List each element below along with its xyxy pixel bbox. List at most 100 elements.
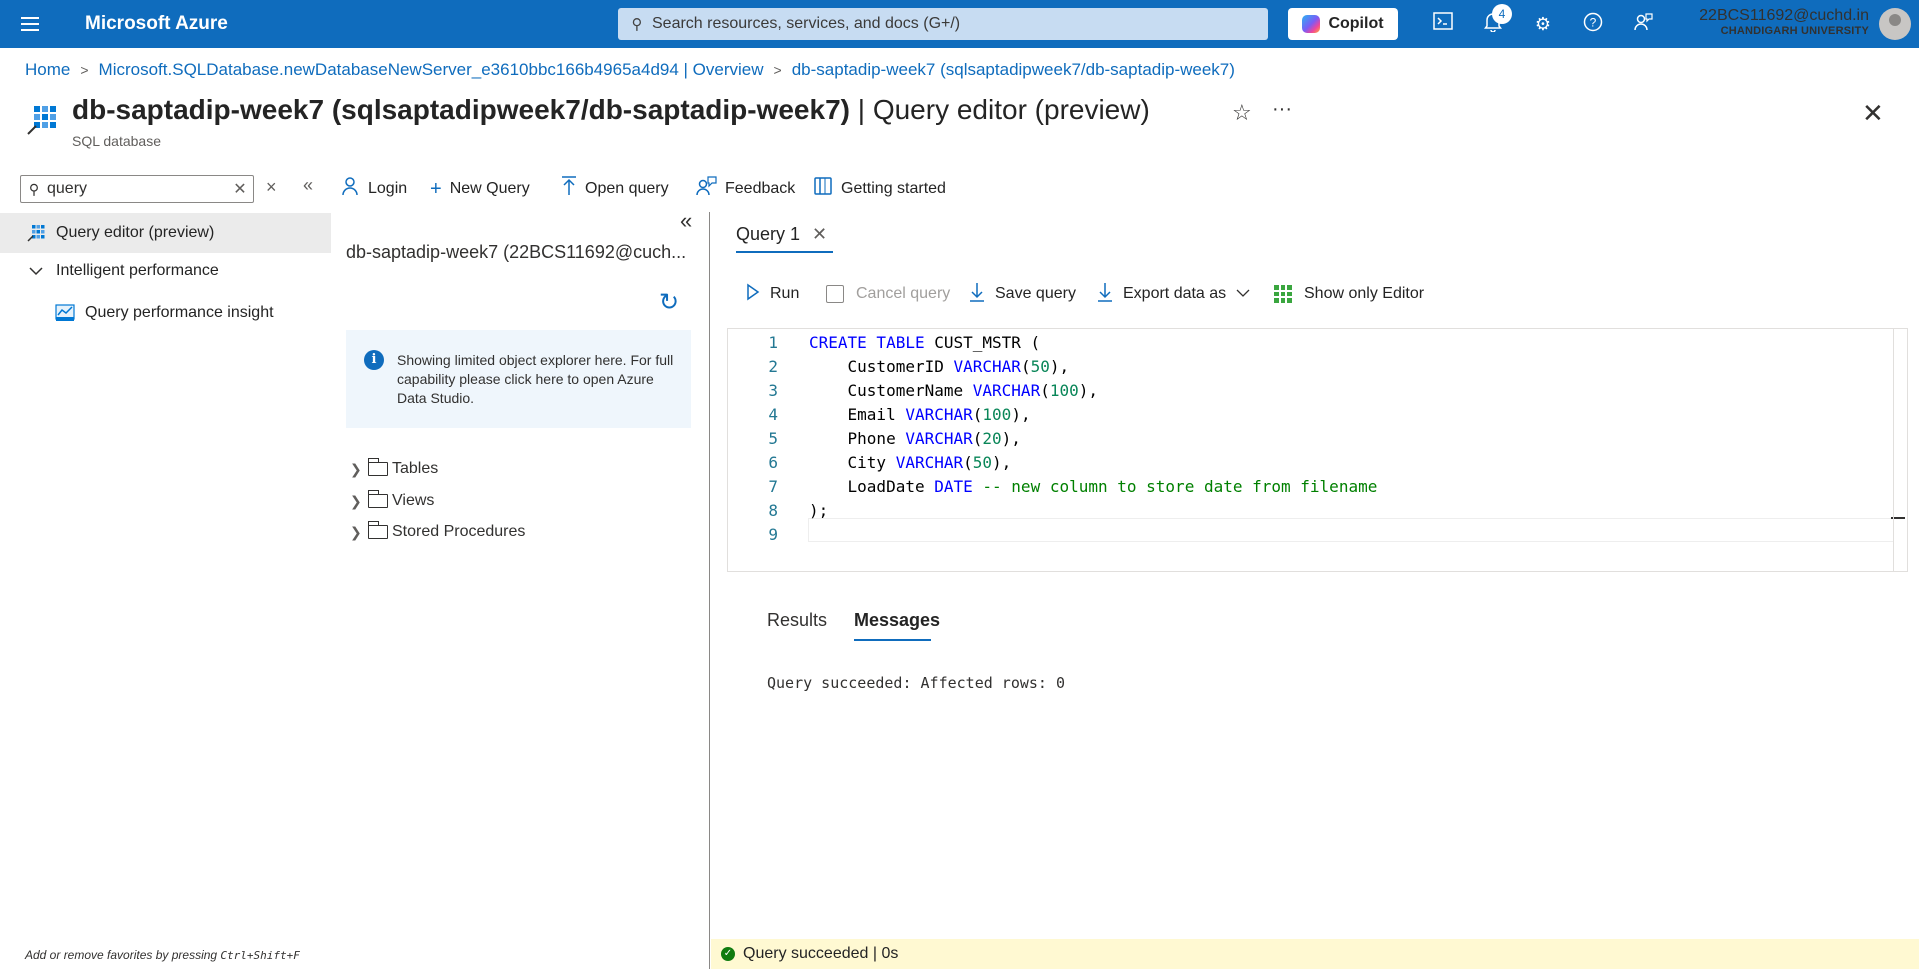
- more-options-icon[interactable]: ···: [1272, 98, 1292, 121]
- person-icon: [340, 176, 360, 202]
- code-text: LoadDate DATE -- new column to store dat…: [809, 476, 1378, 496]
- settings-gear-icon[interactable]: ⚙: [1531, 12, 1555, 36]
- show-only-editor-button[interactable]: Show only Editor: [1274, 281, 1424, 307]
- nav-item-query-performance-insight[interactable]: Query performance insight: [0, 293, 331, 333]
- collapse-nav-icon[interactable]: «: [303, 175, 313, 196]
- help-icon[interactable]: ?: [1581, 12, 1605, 36]
- page-subtitle: SQL database: [72, 133, 161, 149]
- info-banner[interactable]: i Showing limited object explorer here. …: [346, 330, 691, 428]
- sql-database-icon: [26, 104, 58, 136]
- export-data-dropdown[interactable]: Export data as: [1097, 281, 1250, 307]
- stop-icon: [826, 285, 844, 303]
- line-number: 1: [768, 332, 778, 352]
- feedback-person-icon[interactable]: [1631, 12, 1655, 36]
- nav-item-label: Query editor (preview): [56, 224, 215, 241]
- code-line: 5 Phone VARCHAR(20),: [728, 426, 1021, 450]
- favorite-star-icon[interactable]: ☆: [1232, 100, 1252, 126]
- folder-icon: [367, 490, 388, 508]
- code-line: 2 CustomerID VARCHAR(50),: [728, 354, 1069, 378]
- line-number: 6: [768, 452, 778, 472]
- account-organization: CHANDIGARH UNIVERSITY: [1720, 25, 1869, 37]
- refresh-icon[interactable]: ↻: [659, 288, 679, 317]
- panel-divider[interactable]: [709, 212, 710, 969]
- tab-messages[interactable]: Messages: [854, 610, 940, 631]
- avatar[interactable]: [1879, 8, 1911, 40]
- export-data-label: Export data as: [1123, 285, 1227, 302]
- new-query-button[interactable]: + New Query: [430, 174, 530, 204]
- show-only-editor-label: Show only Editor: [1304, 285, 1425, 302]
- code-text: );: [809, 500, 829, 520]
- close-filter-icon[interactable]: ×: [266, 177, 277, 198]
- global-search-input[interactable]: ⚲ Search resources, services, and docs (…: [618, 8, 1268, 40]
- active-tab-indicator: [736, 251, 833, 253]
- tab-results[interactable]: Results: [767, 610, 827, 631]
- favorites-hint-shortcut: Ctrl+Shift+F: [220, 949, 300, 962]
- feedback-button[interactable]: Feedback: [695, 174, 795, 204]
- code-text: Email VARCHAR(100),: [809, 404, 1031, 424]
- nav-search-value: query: [47, 180, 88, 197]
- tree-item-label: Views: [392, 492, 435, 509]
- cancel-query-label: Cancel query: [856, 285, 951, 302]
- close-blade-icon[interactable]: ✕: [1862, 98, 1884, 129]
- chevron-down-icon: [26, 261, 46, 281]
- editor-scrollbar[interactable]: [1893, 329, 1907, 571]
- tree-item-tables[interactable]: ❯ Tables: [350, 458, 439, 478]
- code-text: Phone VARCHAR(20),: [809, 428, 1021, 448]
- cancel-query-button[interactable]: Cancel query: [826, 281, 950, 307]
- breadcrumb-overview[interactable]: Microsoft.SQLDatabase.newDatabaseNewServ…: [99, 60, 764, 80]
- code-editor[interactable]: 1 CREATE TABLE CUST_MSTR ( 2 CustomerID …: [727, 328, 1908, 572]
- breadcrumb-database[interactable]: db-saptadip-week7 (sqlsaptadipweek7/db-s…: [792, 60, 1235, 80]
- open-query-button[interactable]: Open query: [561, 174, 669, 204]
- active-results-tab-indicator: [854, 639, 931, 641]
- getting-started-button[interactable]: Getting started: [813, 174, 946, 204]
- run-button[interactable]: Run: [746, 281, 799, 307]
- clear-search-icon[interactable]: ✕: [227, 179, 253, 199]
- code-line: 1 CREATE TABLE CUST_MSTR (: [728, 330, 1040, 354]
- code-line: 7 LoadDate DATE -- new column to store d…: [728, 474, 1377, 498]
- upload-icon: [561, 176, 577, 202]
- collapse-explorer-icon[interactable]: «: [680, 208, 692, 234]
- new-query-label: New Query: [449, 180, 530, 197]
- copilot-button[interactable]: Copilot: [1288, 8, 1398, 40]
- getting-started-label: Getting started: [841, 180, 946, 197]
- brand-title[interactable]: Microsoft Azure: [85, 13, 228, 35]
- nav-group-intelligent-performance[interactable]: Intelligent performance: [0, 251, 331, 291]
- performance-insight-icon: [55, 303, 75, 323]
- page-title: db-saptadip-week7 (sqlsaptadipweek7/db-s…: [72, 94, 1150, 126]
- code-text: CREATE TABLE CUST_MSTR (: [809, 332, 1041, 352]
- book-icon: [813, 176, 833, 202]
- nav-search-input[interactable]: ⚲ query ✕: [20, 175, 254, 203]
- account-email: 22BCS11692@cuchd.in: [1699, 7, 1869, 24]
- tab-query-1[interactable]: Query 1 ✕: [736, 224, 827, 245]
- folder-icon: [367, 521, 388, 539]
- chevron-right-icon: ❯: [350, 492, 362, 509]
- open-query-label: Open query: [585, 180, 669, 197]
- tree-item-label: Tables: [392, 460, 439, 477]
- search-icon: ⚲: [631, 16, 643, 33]
- search-placeholder: Search resources, services, and docs (G+…: [652, 15, 961, 32]
- code-line: 8 );: [728, 498, 828, 522]
- account-info[interactable]: 22BCS11692@cuchd.in CHANDIGARH UNIVERSIT…: [1699, 7, 1869, 37]
- tree-item-views[interactable]: ❯ Views: [350, 490, 435, 510]
- grid-icon: [1274, 285, 1292, 303]
- save-query-button[interactable]: Save query: [969, 281, 1076, 307]
- current-line-highlight: [808, 518, 1894, 542]
- close-tab-icon[interactable]: ✕: [812, 224, 827, 245]
- copilot-label: Copilot: [1328, 15, 1384, 32]
- chevron-right-icon: ❯: [350, 460, 362, 477]
- cloud-shell-icon[interactable]: [1431, 12, 1455, 36]
- success-check-icon: ✓: [721, 947, 735, 961]
- result-message: Query succeeded: Affected rows: 0: [767, 674, 1066, 692]
- breadcrumb: Home > Microsoft.SQLDatabase.newDatabase…: [25, 60, 1235, 80]
- hamburger-menu-icon[interactable]: [0, 0, 60, 48]
- run-label: Run: [770, 285, 800, 302]
- login-button[interactable]: Login: [340, 174, 407, 204]
- nav-item-query-editor[interactable]: Query editor (preview): [0, 213, 331, 253]
- code-line: 4 Email VARCHAR(100),: [728, 402, 1030, 426]
- code-text: City VARCHAR(50),: [809, 452, 1012, 472]
- chevron-down-icon: [1236, 285, 1250, 303]
- search-icon: ⚲: [28, 180, 40, 197]
- tree-item-stored-procedures[interactable]: ❯ Stored Procedures: [350, 521, 525, 541]
- breadcrumb-home[interactable]: Home: [25, 60, 70, 80]
- line-number: 2: [768, 356, 778, 376]
